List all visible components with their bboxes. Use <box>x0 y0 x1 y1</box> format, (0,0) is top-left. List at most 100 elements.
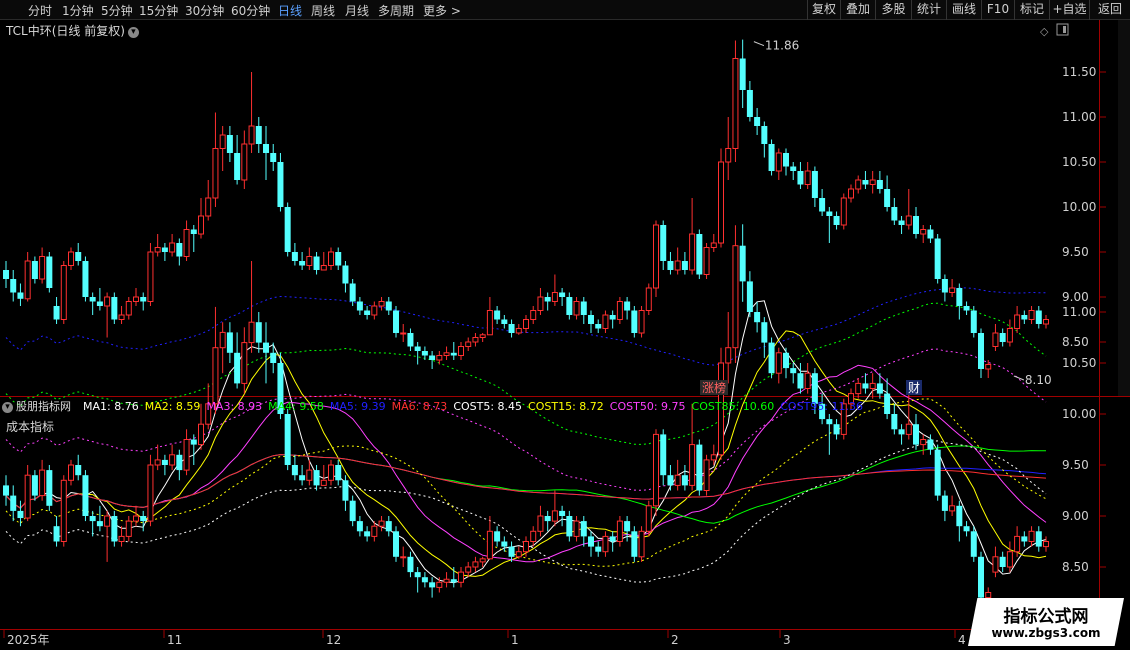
candle-body-up <box>653 433 659 507</box>
candle-body-up <box>169 454 176 466</box>
draw-line-button[interactable]: 画线 <box>946 0 981 20</box>
candle-body-down <box>754 117 761 126</box>
candle-body-up <box>674 260 681 271</box>
candle-body-up <box>104 296 111 307</box>
multi-stock-button[interactable]: 多股 <box>875 0 911 20</box>
tab-weekly[interactable]: 周线 <box>311 2 335 19</box>
candle-body-up <box>248 321 255 344</box>
candle-body-down <box>739 58 746 90</box>
candle-body-up <box>39 469 46 497</box>
panel-toggle-icon[interactable] <box>1056 23 1069 36</box>
candle-body-up <box>60 265 67 320</box>
candle-body-up <box>804 170 811 185</box>
candle-body-up <box>320 479 327 486</box>
side-panel-strip[interactable] <box>1118 20 1130 396</box>
candle-body-up <box>486 530 493 560</box>
candle-body-up <box>992 556 999 573</box>
candle-body-up <box>147 464 154 522</box>
tab-1min[interactable]: 1分钟 <box>62 2 94 19</box>
price-tick-label: 9.50 <box>1062 245 1089 259</box>
tab-monthly[interactable]: 月线 <box>345 2 369 19</box>
candle-body-down <box>414 346 421 351</box>
candle-body-up <box>133 515 139 522</box>
candle-body-down <box>746 281 753 312</box>
candle-body-down <box>667 475 674 486</box>
candle-body-down <box>588 536 594 547</box>
tab-30min[interactable]: 30分钟 <box>185 2 224 19</box>
candle-body-down <box>313 256 320 270</box>
indicator-dropdown-icon[interactable]: ▾ <box>2 402 13 413</box>
candle-body-down <box>544 297 551 302</box>
date-tick-label: 1 <box>511 633 519 647</box>
tab-daily[interactable]: 日线 <box>278 2 302 19</box>
candle-body-down <box>111 297 118 320</box>
legend-cost15: COST15: 8.72 <box>528 400 604 413</box>
candle-body-up <box>479 558 486 563</box>
date-tick-label: 3 <box>783 633 791 647</box>
candle-body-down <box>559 510 566 516</box>
tab-15min[interactable]: 15分钟 <box>139 2 178 19</box>
candle-body-down <box>53 526 60 542</box>
candle-body-up <box>183 229 190 257</box>
candle-body-up <box>1028 310 1035 320</box>
candle-body-down <box>761 126 768 144</box>
candle-body-up <box>725 148 732 163</box>
candle-body-down <box>270 352 277 363</box>
candle-body-down <box>898 220 905 225</box>
candle-body-down <box>53 306 60 320</box>
candle-body-down <box>913 216 919 234</box>
date-tick-label: 12 <box>326 633 341 647</box>
candle-body-down <box>161 247 168 252</box>
adjust-button[interactable]: 复权 <box>807 0 840 20</box>
mark-button[interactable]: 标记 <box>1014 0 1049 20</box>
legend-ma5: MA5: 9.39 <box>329 400 386 413</box>
statistics-button[interactable]: 统计 <box>911 0 946 20</box>
tab-5min[interactable]: 5分钟 <box>101 2 133 19</box>
kline-chart[interactable]: 11.50 11.00 10.50 10.00 9.50 9.00 8.50 11.00 10… <box>0 20 1130 650</box>
diamond-icon[interactable]: ◇ <box>1040 25 1049 38</box>
candle-body-up <box>118 314 125 320</box>
candle-body-up <box>68 251 74 266</box>
candle-body-down <box>797 171 804 185</box>
candle-body-down <box>566 516 573 537</box>
f10-button[interactable]: F10 <box>981 0 1014 20</box>
candle-body-down <box>291 252 298 261</box>
candle-body-down <box>508 546 515 557</box>
price-tick-label: 8.50 <box>1062 335 1089 349</box>
candle-body-up <box>183 439 190 471</box>
candle-body-down <box>559 292 566 297</box>
candle-body-down <box>429 355 436 360</box>
candle-body-down <box>790 166 797 171</box>
candle-body-down <box>884 189 891 207</box>
candle-body-down <box>255 322 262 343</box>
candle-body-up <box>328 251 334 266</box>
tab-more[interactable]: 更多 > <box>423 2 461 19</box>
candle-body-down <box>934 238 941 279</box>
candle-body-down <box>588 315 594 324</box>
add-watchlist-button[interactable]: +自选 <box>1049 0 1089 20</box>
candle-body-down <box>3 270 9 279</box>
indicator-tick-label: 9.00 <box>1062 509 1089 523</box>
candle-body-up <box>378 520 385 527</box>
tab-multi-period[interactable]: 多周期 <box>378 2 414 19</box>
candle-body-up <box>39 256 46 280</box>
candle-body-up <box>104 515 111 527</box>
tab-60min[interactable]: 60分钟 <box>231 2 270 19</box>
candle-body-down <box>956 505 963 527</box>
indicator-name[interactable]: 股朋指标网 <box>16 400 71 413</box>
candle-body-up <box>551 510 558 522</box>
back-button[interactable]: 返回 <box>1089 0 1130 20</box>
overlay-button[interactable]: 叠加 <box>840 0 875 20</box>
candle-body-down <box>862 180 869 185</box>
candle-body-up <box>840 197 847 226</box>
candle-body-down <box>263 144 269 153</box>
candle-body-up <box>400 556 407 559</box>
candle-body-down <box>161 459 168 465</box>
tab-minute-timeline[interactable]: 分时 <box>28 2 52 19</box>
candle-body-down <box>761 322 768 343</box>
candle-body-down <box>335 252 342 266</box>
candle-body-down <box>89 516 96 522</box>
candle-body-down <box>970 531 977 557</box>
candle-body-down <box>862 383 869 389</box>
indicator-tick-label: 10.50 <box>1062 356 1096 370</box>
